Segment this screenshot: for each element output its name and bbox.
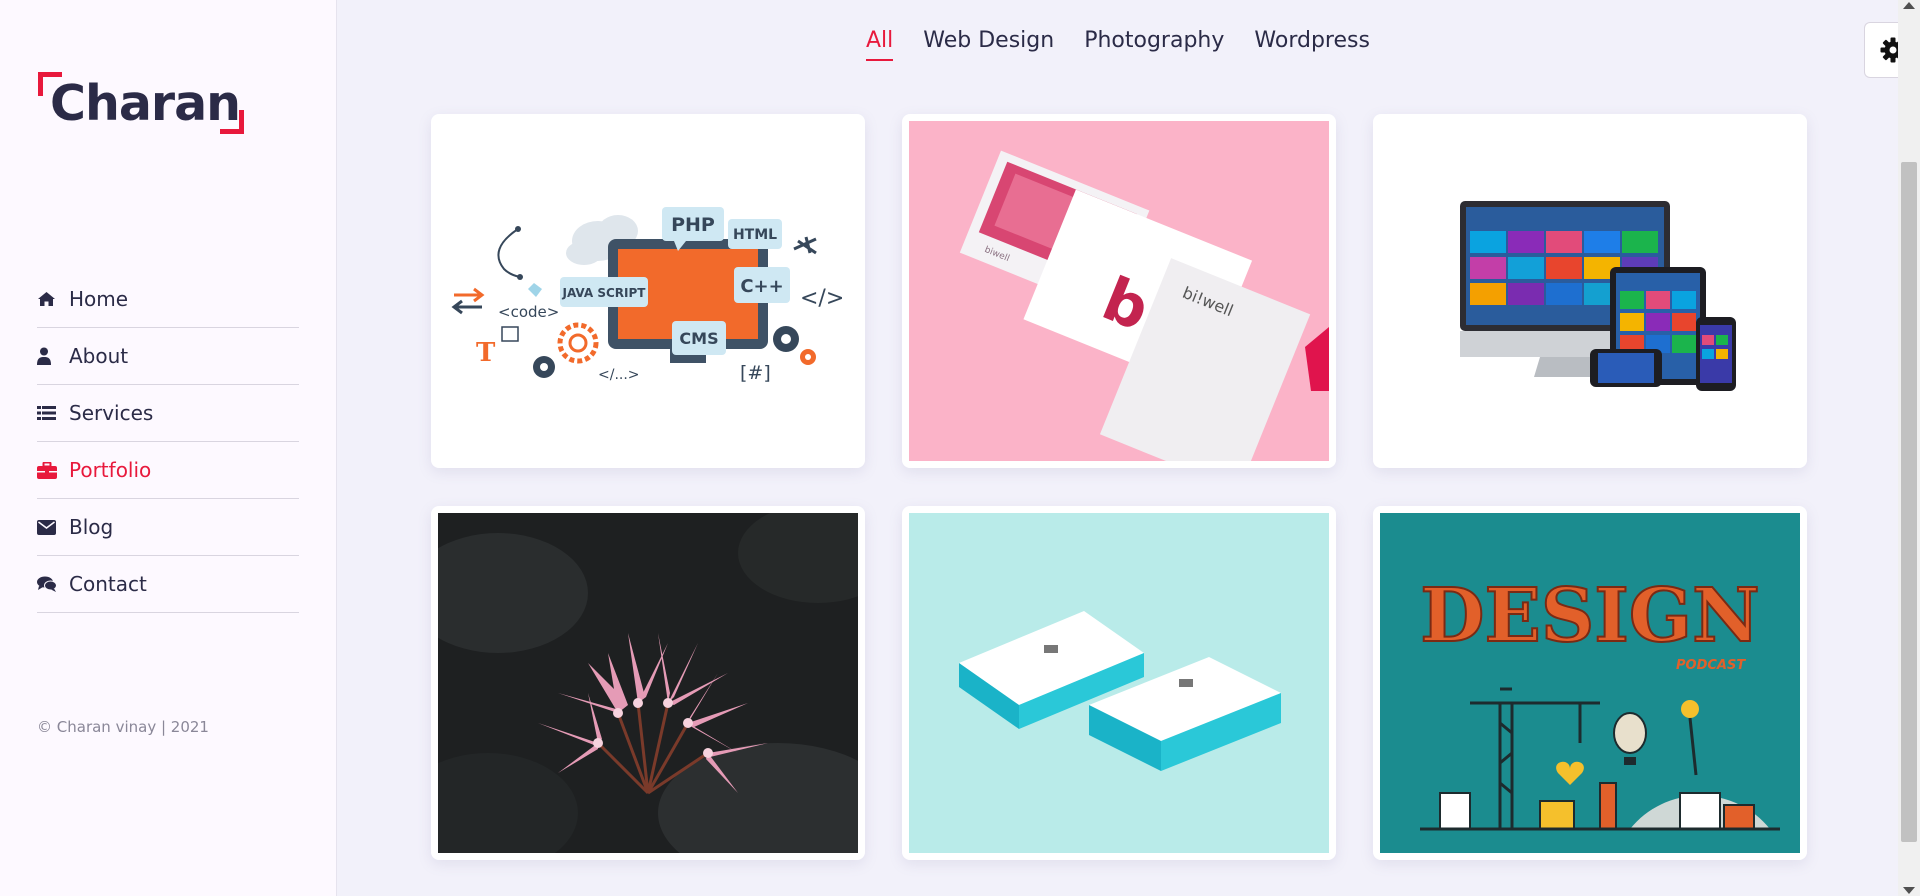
portfolio-item-design-podcast[interactable]: DESIGN PODCAST — [1373, 506, 1807, 860]
tag-code: <code> — [498, 303, 559, 321]
filter-tab-web-design[interactable]: Web Design — [923, 28, 1054, 61]
filter-tab-all[interactable]: All — [866, 28, 894, 61]
sidebar-item-label: Home — [69, 287, 129, 311]
sidebar-item-about[interactable]: About — [37, 328, 299, 385]
envelope-icon — [37, 519, 69, 535]
sidebar-item-blog[interactable]: Blog — [37, 499, 299, 556]
tag-html: HTML — [733, 227, 777, 243]
tag-cpp: C++ — [740, 276, 783, 297]
tag-t: T — [476, 338, 496, 368]
tag-php: PHP — [671, 214, 715, 236]
sidebar-item-label: Blog — [69, 515, 114, 539]
portfolio-item-web-development[interactable]: PHP HTML C++ CMS JAVA SCRIPT <code> T </… — [431, 114, 865, 468]
tag-podcast: PODCAST — [1676, 658, 1746, 673]
portfolio-filter-tabs: All Web Design Photography Wordpress — [866, 28, 1370, 61]
sidebar-item-label: Services — [69, 401, 154, 425]
logo-text: Charan — [50, 75, 241, 132]
tag-close-tag: </> — [800, 286, 844, 311]
user-icon — [37, 347, 69, 365]
filter-tab-photography[interactable]: Photography — [1084, 28, 1224, 61]
sidebar-item-contact[interactable]: Contact — [37, 556, 299, 613]
biwell-stationery-mockup: biwell b! bi!well — [909, 121, 1329, 461]
scrollbar-thumb[interactable] — [1901, 162, 1917, 842]
portfolio-item-biwell[interactable]: biwell b! bi!well — [902, 114, 1336, 468]
sidebar-item-label: Contact — [69, 572, 147, 596]
sidebar-item-portfolio[interactable]: Portfolio — [37, 442, 299, 499]
sidebar-item-home[interactable]: Home — [37, 271, 299, 328]
web-development-illustration: PHP HTML C++ CMS JAVA SCRIPT <code> T </… — [438, 121, 858, 461]
sidebar-item-services[interactable]: Services — [37, 385, 299, 442]
page-scrollbar[interactable] — [1898, 0, 1920, 896]
pink-flower-photo — [438, 513, 858, 853]
sidebar: Charan Home About Services Portfolio Blo… — [0, 0, 337, 896]
list-icon — [37, 405, 69, 421]
site-logo[interactable]: Charan — [38, 72, 244, 134]
copyright-text: © Charan vinay | 2021 — [37, 718, 209, 736]
home-icon — [37, 291, 69, 307]
business-cards-mockup — [909, 513, 1329, 853]
portfolio-item-business-cards[interactable] — [902, 506, 1336, 860]
comments-icon — [37, 576, 69, 592]
scroll-down-arrow-icon[interactable] — [1903, 887, 1915, 894]
sidebar-nav: Home About Services Portfolio Blog Conta… — [37, 271, 299, 613]
portfolio-item-flower[interactable] — [431, 506, 865, 860]
responsive-devices-mockup — [1380, 121, 1800, 461]
tag-ellipsis: </...> — [598, 367, 640, 383]
briefcase-icon — [37, 461, 69, 479]
sidebar-item-label: Portfolio — [69, 458, 152, 482]
tag-hash: [#] — [740, 362, 771, 384]
scroll-up-arrow-icon[interactable] — [1903, 2, 1915, 9]
design-podcast-poster: DESIGN PODCAST — [1380, 513, 1800, 853]
tag-javascript: JAVA SCRIPT — [561, 286, 646, 300]
tag-design: DESIGN — [1420, 573, 1759, 659]
portfolio-item-devices[interactable] — [1373, 114, 1807, 468]
filter-tab-wordpress[interactable]: Wordpress — [1254, 28, 1370, 61]
tag-cms: CMS — [679, 329, 718, 348]
sidebar-item-label: About — [69, 344, 129, 368]
logo-corner-bottom-right — [220, 110, 244, 134]
